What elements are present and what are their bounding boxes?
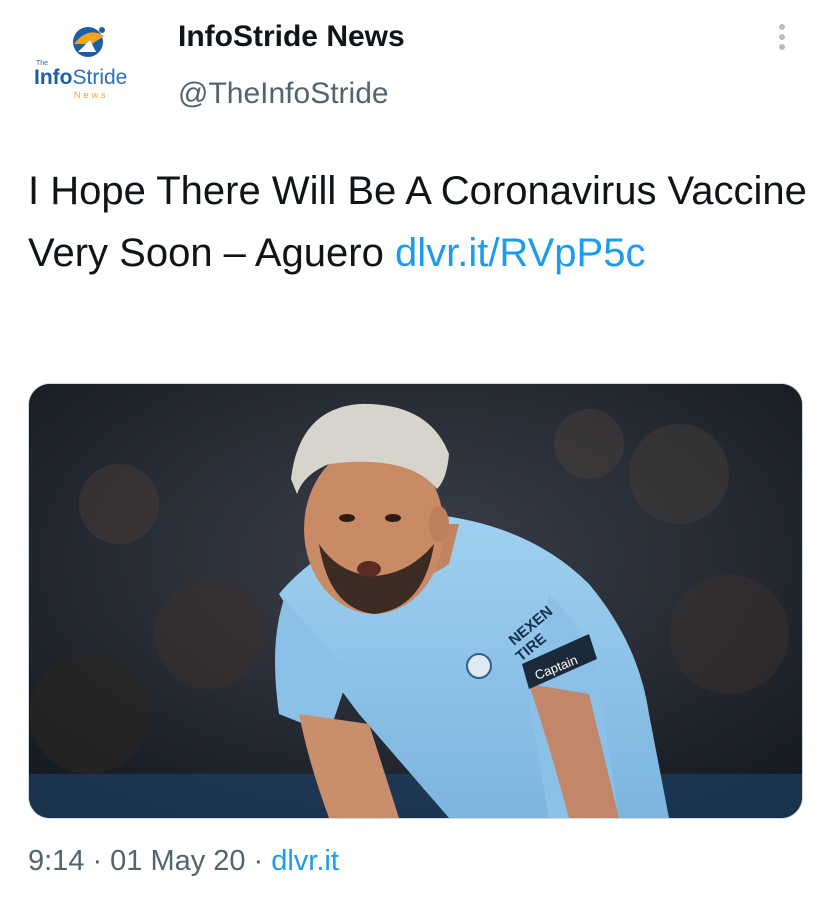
account-handle[interactable]: @TheInfoStride — [178, 77, 389, 111]
avatar[interactable]: The InfoStride News — [30, 22, 148, 110]
separator: · — [92, 845, 103, 877]
logo-sub-text: News — [74, 90, 109, 100]
more-options-icon[interactable] — [772, 24, 792, 58]
tweet-time[interactable]: 9:14 — [28, 845, 84, 877]
logo-text-stride: Stride — [72, 66, 127, 89]
tweet-source[interactable]: dlvr.it — [271, 845, 339, 877]
tweet-meta: 9:14 · 01 May 20 · dlvr.it — [28, 845, 339, 878]
tweet-link[interactable]: dlvr.it/RVpP5c — [395, 231, 646, 275]
tweet-photo[interactable]: Captain NEXEN TIRE — [28, 383, 803, 819]
separator: · — [253, 845, 264, 877]
display-name[interactable]: InfoStride News — [178, 20, 405, 54]
logo-icon: The InfoStride News — [34, 27, 127, 100]
tweet-header: The InfoStride News InfoStride News @The… — [0, 0, 828, 140]
logo-text-info: Info — [34, 66, 72, 89]
tweet-date[interactable]: 01 May 20 — [110, 845, 245, 877]
player-photo: Captain NEXEN TIRE — [29, 384, 802, 818]
tweet-text: I Hope There Will Be A Coronavirus Vacci… — [28, 160, 808, 284]
svg-text:InfoStride: InfoStride — [34, 66, 127, 89]
